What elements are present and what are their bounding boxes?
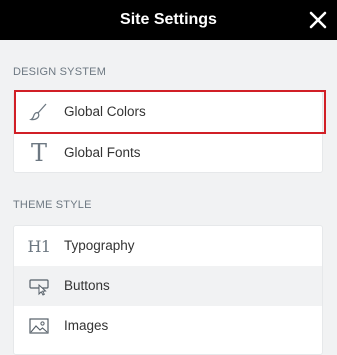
section-title-theme-style: THEME STYLE — [13, 199, 92, 211]
image-icon — [28, 315, 50, 337]
design-system-card: Global Colors T Global Fonts — [13, 91, 323, 173]
global-fonts-label: Global Fonts — [64, 145, 141, 160]
close-icon — [309, 11, 327, 29]
typography-label: Typography — [64, 238, 135, 253]
buttons-item[interactable]: Buttons — [14, 266, 322, 306]
close-button[interactable] — [307, 9, 329, 31]
global-colors-label: Global Colors — [64, 104, 146, 119]
typography-item[interactable]: H1 Typography — [14, 226, 322, 266]
global-colors-item[interactable]: Global Colors — [14, 92, 322, 132]
panel-title: Site Settings — [120, 11, 217, 28]
typeface-t-icon: T — [30, 139, 47, 167]
buttons-label: Buttons — [64, 278, 110, 293]
section-title-design-system: DESIGN SYSTEM — [13, 66, 107, 78]
button-cursor-icon — [28, 275, 50, 297]
images-label: Images — [64, 318, 109, 333]
h1-icon: H1 — [27, 236, 51, 256]
global-fonts-item[interactable]: T Global Fonts — [14, 133, 322, 173]
images-item[interactable]: Images — [14, 306, 322, 346]
theme-style-card: H1 Typography Buttons Images — [13, 225, 323, 355]
panel-header: Site Settings — [0, 0, 337, 40]
brush-icon — [28, 101, 50, 123]
